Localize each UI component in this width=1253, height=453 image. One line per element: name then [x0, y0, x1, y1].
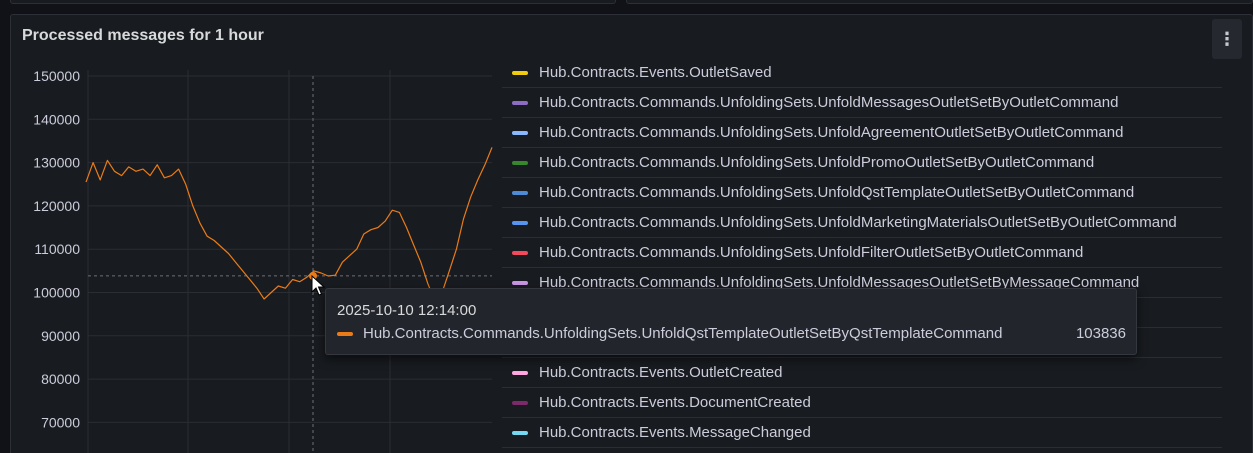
legend-label: Hub.Contracts.Events.OutletCreated — [539, 364, 783, 381]
legend-label: Hub.Contracts.Commands.UnfoldingSets.Unf… — [539, 184, 1135, 201]
y-axis-ticks: 150000 140000 130000 120000 110000 100000 9000… — [33, 68, 80, 430]
legend-swatch — [512, 160, 528, 165]
legend-label: Hub.Contracts.Commands.UnfoldingSets.Unf… — [539, 154, 1095, 171]
y-tick-label: 70000 — [41, 414, 80, 430]
y-tick-label: 90000 — [41, 328, 80, 344]
legend-item[interactable]: Hub.Contracts.Events.DocumentCreated — [502, 388, 1222, 418]
y-tick-label: 100000 — [33, 285, 80, 301]
hover-tooltip: 2025-10-10 12:14:00 Hub.Contracts.Comman… — [325, 288, 1137, 355]
legend-swatch — [512, 100, 528, 105]
y-tick-label: 130000 — [33, 155, 80, 171]
legend-swatch — [512, 370, 528, 375]
crosshair — [88, 76, 492, 453]
legend-swatch — [512, 250, 528, 255]
legend-label: Hub.Contracts.Events.DocumentCreated — [539, 394, 811, 411]
legend-swatch — [512, 430, 528, 435]
y-tick-label: 110000 — [34, 241, 80, 257]
legend-item[interactable]: Hub.Contracts.Commands.UnfoldingSets.Unf… — [502, 208, 1222, 238]
tooltip-row: Hub.Contracts.Commands.UnfoldingSets.Unf… — [337, 325, 1126, 342]
legend-swatch — [512, 130, 528, 135]
legend-label: Hub.Contracts.Events.OutletSaved — [539, 64, 772, 81]
legend-swatch — [512, 220, 528, 225]
legend-swatch — [512, 400, 528, 405]
legend-label: Hub.Contracts.Events.MessageChanged — [539, 424, 811, 441]
legend-item[interactable]: Hub.Contracts.Commands.UnfoldingSets.Unf… — [502, 118, 1222, 148]
y-tick-label: 120000 — [33, 198, 80, 214]
chart-grid — [87, 70, 492, 453]
legend-label: Hub.Contracts.Commands.UnfoldingSets.Unf… — [539, 214, 1177, 231]
legend-item[interactable]: Hub.Contracts.Events.OutletSaved — [502, 58, 1222, 88]
legend-item[interactable]: Hub.Contracts.Commands.UnfoldingSets.Unf… — [502, 148, 1222, 178]
y-tick-label: 80000 — [41, 371, 80, 387]
y-tick-label: 140000 — [33, 111, 80, 127]
legend-label: Hub.Contracts.Commands.UnfoldingSets.Unf… — [539, 124, 1124, 141]
legend-label: Hub.Contracts.Commands.UnfoldingSets.Unf… — [539, 244, 1084, 261]
legend-item[interactable]: Hub.Contracts.Commands.UnfoldingSets.Unf… — [502, 88, 1222, 118]
tooltip-value: 103836 — [1075, 325, 1126, 342]
tooltip-series-swatch — [337, 331, 353, 336]
legend-swatch — [512, 190, 528, 195]
mouse-pointer-icon — [311, 275, 325, 296]
chart-legend: Hub.Contracts.Events.OutletSaved Hub.Cont… — [502, 58, 1222, 448]
tooltip-series-name: Hub.Contracts.Commands.UnfoldingSets.Unf… — [363, 325, 1003, 342]
legend-item[interactable]: Hub.Contracts.Events.MessageChanged — [502, 418, 1222, 448]
legend-item[interactable]: Hub.Contracts.Events.OutletCreated — [502, 358, 1222, 388]
legend-item[interactable]: Hub.Contracts.Commands.UnfoldingSets.Unf… — [502, 178, 1222, 208]
legend-label: Hub.Contracts.Commands.UnfoldingSets.Unf… — [539, 94, 1119, 111]
legend-swatch — [512, 70, 528, 75]
y-tick-label: 150000 — [33, 68, 80, 84]
tooltip-time: 2025-10-10 12:14:00 — [337, 302, 477, 319]
legend-item[interactable]: Hub.Contracts.Commands.UnfoldingSets.Unf… — [502, 238, 1222, 268]
legend-swatch — [512, 280, 528, 285]
